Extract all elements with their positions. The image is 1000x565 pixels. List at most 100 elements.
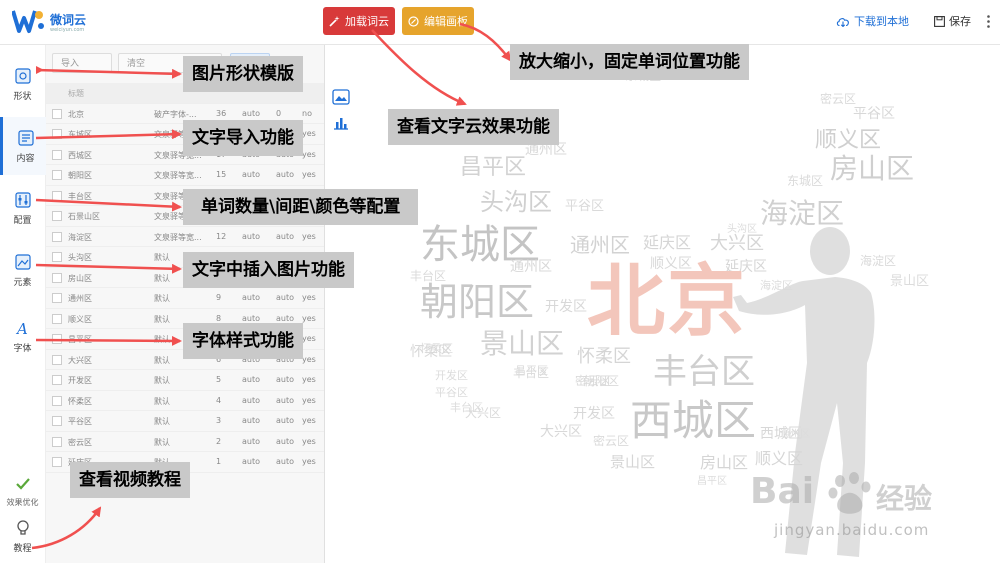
table-cell: yes [302, 231, 316, 241]
callout-view-effect: 查看文字云效果功能 [388, 109, 559, 145]
row-checkbox[interactable] [52, 272, 62, 283]
sidebar-item-elements[interactable]: 元素 [0, 241, 45, 299]
table-cell: 朝阳区 [68, 171, 92, 180]
wordcloud-word: 怀柔区 [577, 346, 631, 367]
wordcloud-word: 头沟区 [727, 224, 757, 235]
table-cell: 丰台区 [68, 191, 92, 201]
svg-text:A: A [15, 320, 28, 337]
table-cell: auto [276, 231, 295, 241]
wordcloud-word: 延庆区 [643, 233, 692, 252]
row-checkbox[interactable] [52, 395, 62, 406]
wordcloud-word: 景山区 [610, 453, 656, 471]
table-cell: auto [276, 457, 295, 466]
table-cell: 12 [216, 231, 227, 241]
table-cell: 西城区 [68, 150, 92, 160]
sidebar-item-shape[interactable]: 形状 [0, 55, 45, 113]
table-row[interactable]: 通州区 默认 9 auto auto yes [46, 288, 324, 309]
table-row[interactable]: 开发区 默认 5 auto auto yes [46, 370, 324, 391]
sidebar-item-content[interactable]: 内容 [0, 117, 48, 175]
table-cell: auto [276, 375, 295, 384]
wordcloud-word: 景山区 [480, 327, 565, 360]
row-checkbox[interactable] [52, 149, 62, 160]
table-cell: 5 [216, 375, 222, 384]
table-cell: yes [302, 334, 316, 343]
table-cell: 文泉驿等宽... [154, 171, 202, 180]
row-checkbox[interactable] [52, 231, 62, 242]
row-checkbox[interactable] [52, 170, 62, 180]
row-checkbox[interactable] [52, 252, 62, 262]
more-vertical-icon[interactable] [987, 15, 990, 28]
table-cell: auto [242, 375, 261, 384]
row-checkbox[interactable] [52, 211, 62, 221]
magic-wand-icon [329, 15, 340, 27]
wordcloud-word: 密云区 [593, 434, 630, 448]
table-cell: auto [276, 170, 295, 179]
table-cell: yes [302, 354, 316, 364]
table-cell: 默认 [154, 314, 170, 324]
wordcloud-word: 通州区 [510, 259, 552, 275]
table-cell: 默认 [154, 355, 170, 365]
shape-icon [14, 68, 31, 84]
sidebar-item-label: 效果优化 [6, 498, 39, 507]
table-cell: auto [242, 416, 261, 425]
download-label: 下载到本地 [854, 15, 909, 28]
row-checkbox[interactable] [52, 108, 62, 119]
wordcloud-word: 开发区 [573, 406, 615, 422]
table-cell: auto [276, 416, 295, 425]
row-checkbox[interactable] [52, 190, 62, 201]
row-checkbox[interactable] [52, 436, 62, 447]
row-checkbox[interactable] [52, 416, 62, 426]
wordcloud-word: 丰台区 [410, 269, 447, 283]
callout-font: 字体样式功能 [183, 323, 303, 359]
wordcloud-word: 昌平区 [515, 364, 548, 377]
wordcloud-word: 大兴区 [540, 424, 582, 440]
table-cell: yes [302, 375, 316, 384]
callout-zoom: 放大缩小，固定单词位置功能 [510, 44, 749, 80]
check-icon [15, 478, 30, 490]
table-row[interactable]: 平谷区 默认 3 auto auto yes [46, 411, 324, 432]
import-button[interactable]: 导入 [52, 53, 112, 73]
row-checkbox[interactable] [52, 293, 62, 303]
table-cell: auto [276, 436, 295, 446]
row-checkbox[interactable] [52, 354, 62, 365]
sidebar-item-label: 形状 [13, 92, 32, 102]
load-wordcloud-button[interactable]: 加载词云 [323, 7, 395, 35]
sidebar-item-tutorial[interactable]: 教程 [0, 507, 45, 565]
download-button[interactable]: 下载到本地 [836, 13, 909, 29]
content-icon [17, 130, 34, 146]
wordcloud-word: 昌平区 [460, 155, 527, 180]
row-checkbox[interactable] [52, 313, 62, 324]
table-cell: auto [242, 231, 261, 241]
table-cell: 石景山区 [68, 212, 100, 221]
edit-canvas-button[interactable]: 编辑画板 [402, 7, 474, 35]
table-cell: 破产字体-... [154, 109, 197, 119]
table-cell: auto [276, 293, 295, 302]
image-icon[interactable] [332, 89, 350, 105]
sidebar-item-config[interactable]: 配置 [0, 179, 45, 237]
logo-text: 微词云 [50, 13, 87, 27]
wordcloud-word: 怀柔区 [410, 344, 452, 360]
row-checkbox[interactable] [52, 334, 62, 344]
row-checkbox[interactable] [52, 457, 62, 467]
row-checkbox[interactable] [52, 375, 62, 385]
sidebar-item-font[interactable]: A 字体 [0, 307, 45, 365]
table-cell: yes [302, 293, 316, 302]
row-checkbox[interactable] [52, 129, 62, 139]
table-header-cell: 标题 [68, 89, 84, 98]
table-cell: 默认 [154, 437, 170, 447]
wordcloud-word: 头沟区 [480, 188, 552, 216]
table-cell: 通州区 [68, 294, 92, 303]
edit-canvas-label: 编辑画板 [424, 15, 468, 28]
sidebar-item-label: 字体 [13, 344, 32, 354]
table-row[interactable]: 怀柔区 默认 4 auto auto yes [46, 391, 324, 411]
table-row[interactable]: 海淀区 文泉驿等宽... 12 auto auto yes [46, 227, 324, 247]
table-row[interactable]: 朝阳区 文泉驿等宽... 15 auto auto yes [46, 165, 324, 186]
font-icon: A [15, 320, 28, 337]
table-cell: 文泉驿等宽... [154, 232, 202, 242]
table-cell: auto [276, 395, 295, 405]
table-row[interactable]: 密云区 默认 2 auto auto yes [46, 432, 324, 452]
table-cell: 头沟区 [68, 253, 92, 262]
watermark-url: jingyan.baidu.com [774, 521, 930, 539]
save-button[interactable]: 保存 [934, 13, 971, 29]
chart-icon[interactable] [332, 115, 350, 131]
